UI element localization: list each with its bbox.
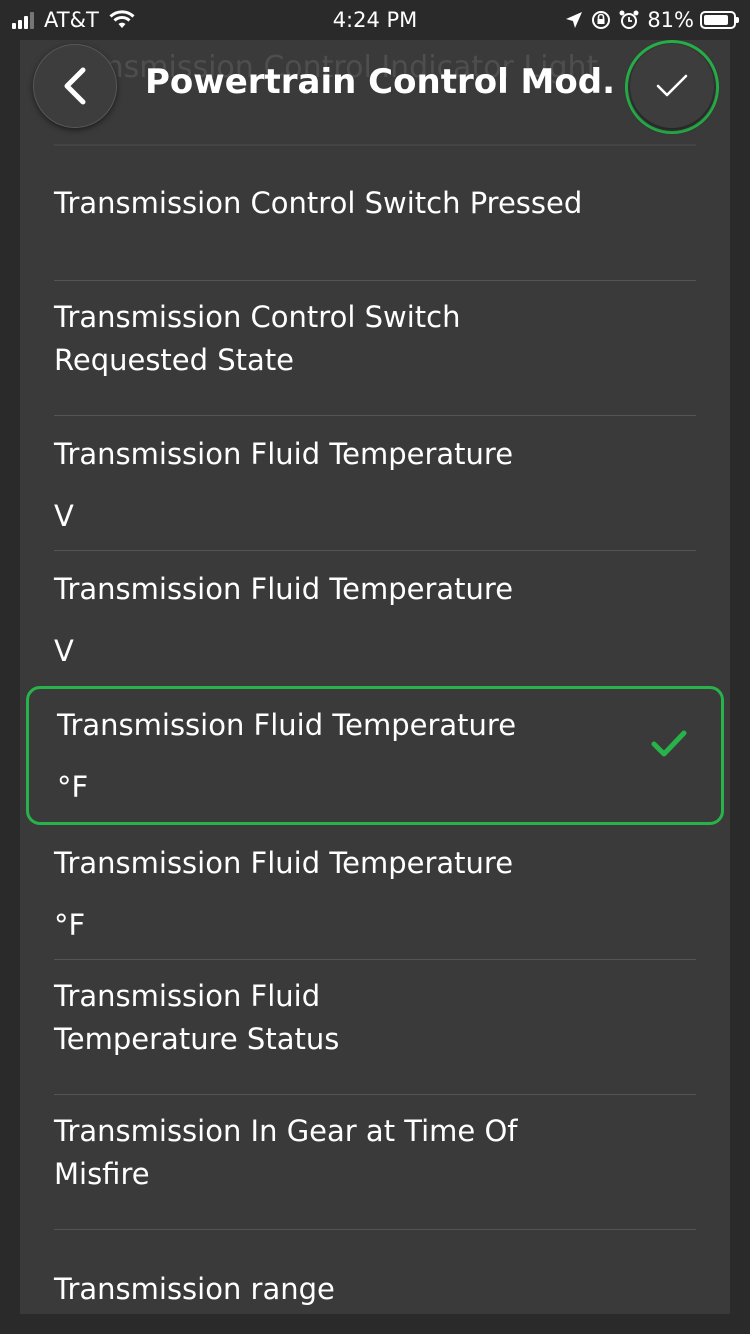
item-unit: °F — [54, 908, 86, 942]
list-item-selected[interactable]: Transmission Fluid Temperature °F — [26, 686, 724, 825]
battery-percent: 81% — [647, 8, 694, 32]
chevron-left-icon — [64, 67, 86, 105]
parameter-list: Transmission Control Switch Pressed Tran… — [20, 146, 730, 1314]
item-name: Transmission Control Switch Pressed — [54, 186, 583, 220]
list-item[interactable]: Transmission In Gear at Time Of Misfire — [54, 1095, 696, 1230]
battery-icon — [700, 11, 739, 29]
item-name: Transmission Fluid Temperature — [57, 708, 517, 742]
selected-check-icon — [651, 730, 687, 757]
list-item[interactable]: Transmission Control Switch Requested St… — [54, 281, 696, 416]
item-name: Transmission Fluid Temperature Status — [54, 979, 340, 1056]
confirm-button[interactable] — [630, 44, 714, 128]
item-name: Transmission range — [54, 1272, 335, 1306]
item-name: Transmission In Gear at Time Of Misfire — [54, 1114, 518, 1191]
item-name: Transmission Fluid Temperature — [54, 437, 514, 471]
list-item[interactable]: Transmission Fluid Temperature °F — [54, 825, 696, 960]
back-button[interactable] — [33, 44, 117, 128]
list-item[interactable]: Transmission Fluid Temperature Status — [54, 960, 696, 1095]
header: Transmission Control Indicator Light Pow… — [20, 40, 730, 146]
rotation-lock-icon — [592, 11, 611, 29]
checkmark-icon — [656, 74, 688, 97]
item-unit: V — [54, 499, 74, 533]
list-item[interactable]: Transmission range — [54, 1230, 696, 1314]
list-item[interactable]: Transmission Control Switch Pressed — [54, 146, 696, 281]
status-bar: AT&T 4:24 PM 81% — [0, 0, 750, 40]
location-arrow-icon — [566, 12, 583, 28]
alarm-icon — [619, 10, 639, 29]
item-unit: °F — [57, 770, 89, 804]
item-name: Transmission Fluid Temperature — [54, 846, 514, 880]
item-name: Transmission Control Switch Requested St… — [54, 300, 461, 377]
page-title: Powertrain Control Mod... — [145, 62, 615, 102]
list-item[interactable]: Transmission Fluid Temperature V — [54, 416, 696, 551]
status-right: 81% — [557, 8, 739, 32]
item-unit: V — [54, 634, 74, 668]
picker-sheet: Transmission Control Indicator Light Pow… — [20, 40, 730, 1314]
item-name: Transmission Fluid Temperature — [54, 572, 514, 606]
list-item[interactable]: Transmission Fluid Temperature V — [54, 551, 696, 686]
